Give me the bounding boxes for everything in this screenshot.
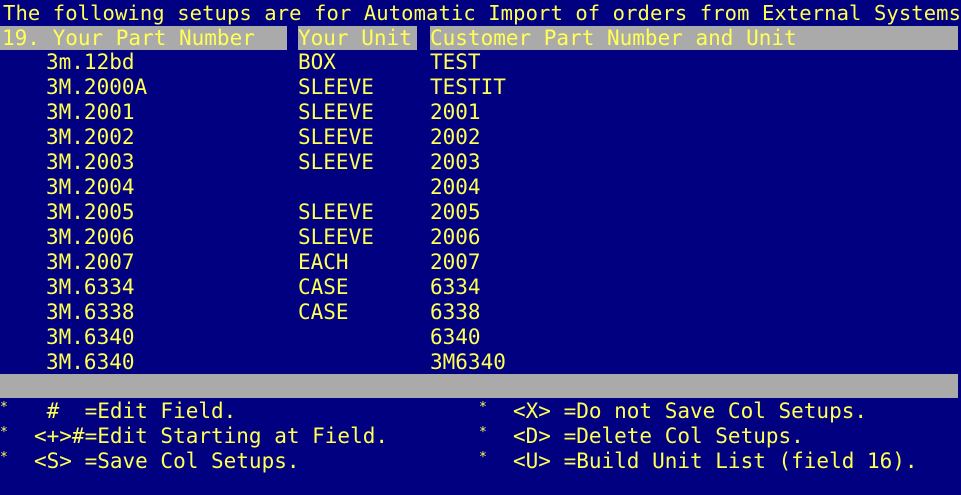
- table-row[interactable]: 3M.6334 CASE 6334: [0, 275, 961, 300]
- customer-part-cell[interactable]: 2001: [430, 100, 481, 125]
- column-header-customer[interactable]: Customer Part Number and Unit: [430, 26, 797, 50]
- unit-cell[interactable]: SLEEVE: [298, 75, 374, 100]
- help-marker: *: [479, 425, 487, 440]
- part-number-cell[interactable]: 3M.2004: [46, 175, 135, 200]
- part-number-cell[interactable]: 3M.2001: [46, 100, 135, 125]
- help-marker: *: [0, 400, 8, 415]
- help-save-col-setups: <S> =Save Col Setups.: [34, 449, 300, 473]
- customer-part-cell[interactable]: 6338: [430, 300, 481, 325]
- table-row[interactable]: 3M.2003 SLEEVE 2003: [0, 150, 961, 175]
- part-number-cell[interactable]: 3M.2006: [46, 225, 135, 250]
- unit-cell[interactable]: CASE: [298, 275, 349, 300]
- table-row[interactable]: 3M.2004 2004: [0, 175, 961, 200]
- customer-part-cell[interactable]: 2007: [430, 250, 481, 275]
- customer-part-cell[interactable]: 6334: [430, 275, 481, 300]
- help-marker: *: [0, 450, 8, 465]
- part-number-cell[interactable]: 3M.6338: [46, 300, 135, 325]
- table-row[interactable]: 3M.2000A SLEEVE TESTIT: [0, 75, 961, 100]
- unit-cell[interactable]: SLEEVE: [298, 200, 374, 225]
- help-edit-starting: <+>#=Edit Starting at Field.: [34, 424, 389, 448]
- customer-part-cell[interactable]: 2002: [430, 125, 481, 150]
- customer-part-cell[interactable]: 2003: [430, 150, 481, 175]
- status-bar: [0, 374, 958, 398]
- customer-part-cell[interactable]: 3M6340: [430, 350, 506, 375]
- help-edit-field: # =Edit Field.: [34, 399, 237, 423]
- unit-cell[interactable]: EACH: [298, 250, 349, 275]
- help-marker: *: [479, 450, 487, 465]
- unit-cell[interactable]: BOX: [298, 50, 336, 75]
- customer-part-cell[interactable]: TEST: [430, 50, 481, 75]
- table-row[interactable]: 3M.2002 SLEEVE 2002: [0, 125, 961, 150]
- screen-title: The following setups are for Automatic I…: [3, 1, 961, 25]
- part-number-cell[interactable]: 3M.2003: [46, 150, 135, 175]
- part-number-cell[interactable]: 3M.2002: [46, 125, 135, 150]
- customer-part-cell[interactable]: TESTIT: [430, 75, 506, 100]
- help-do-not-save: <X> =Do not Save Col Setups.: [513, 399, 868, 423]
- table-row[interactable]: 3M.2007 EACH 2007: [0, 250, 961, 275]
- part-number-cell[interactable]: 3M.6334: [46, 275, 135, 300]
- part-number-cell[interactable]: 3m.12bd: [46, 50, 135, 75]
- table-row[interactable]: 3M.6340 3M6340: [0, 350, 961, 375]
- unit-cell[interactable]: SLEEVE: [298, 100, 374, 125]
- part-number-cell[interactable]: 3M.2000A: [46, 75, 147, 100]
- table-row[interactable]: 3m.12bd BOX TEST: [0, 50, 961, 75]
- table-row[interactable]: 3M.2006 SLEEVE 2006: [0, 225, 961, 250]
- part-number-cell[interactable]: 3M.6340: [46, 325, 135, 350]
- part-number-cell[interactable]: 3M.2005: [46, 200, 135, 225]
- table-row[interactable]: 3M.6338 CASE 6338: [0, 300, 961, 325]
- table-row[interactable]: 3M.2001 SLEEVE 2001: [0, 100, 961, 125]
- customer-part-cell[interactable]: 2004: [430, 175, 481, 200]
- help-build-unit-list: <U> =Build Unit List (field 16).: [513, 449, 918, 473]
- help-marker: *: [0, 425, 8, 440]
- table-row[interactable]: 3M.6340 6340: [0, 325, 961, 350]
- customer-part-cell[interactable]: 2006: [430, 225, 481, 250]
- column-header-unit[interactable]: Your Unit: [298, 26, 412, 50]
- customer-part-cell[interactable]: 2005: [430, 200, 481, 225]
- help-delete-col-setups: <D> =Delete Col Setups.: [513, 424, 804, 448]
- customer-part-cell[interactable]: 6340: [430, 325, 481, 350]
- unit-cell[interactable]: CASE: [298, 300, 349, 325]
- part-number-cell[interactable]: 3M.2007: [46, 250, 135, 275]
- unit-cell[interactable]: SLEEVE: [298, 150, 374, 175]
- unit-cell[interactable]: SLEEVE: [298, 125, 374, 150]
- help-marker: *: [479, 400, 487, 415]
- unit-cell[interactable]: SLEEVE: [298, 225, 374, 250]
- table-row[interactable]: 3M.2005 SLEEVE 2005: [0, 200, 961, 225]
- column-header-part[interactable]: 19. Your Part Number: [2, 26, 255, 50]
- part-number-cell[interactable]: 3M.6340: [46, 350, 135, 375]
